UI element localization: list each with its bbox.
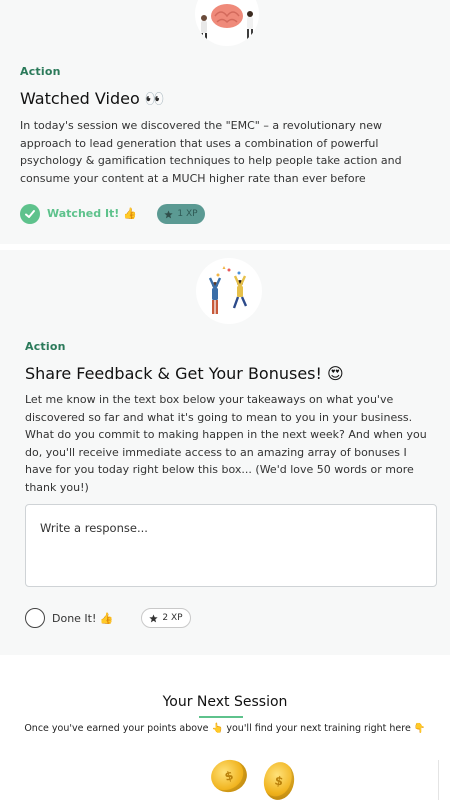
xp-value: 1 XP (177, 209, 198, 219)
celebrating-people-illustration-icon (196, 258, 262, 324)
response-placeholder: Write a response... (40, 521, 148, 535)
done-checkbox[interactable] (25, 608, 45, 628)
action-label: Action (20, 65, 61, 78)
xp-badge: 1 XP (157, 204, 205, 224)
gold-coin-icon: $ (260, 759, 298, 800)
title-underline (199, 716, 243, 718)
divider (438, 760, 439, 800)
action-title: Share Feedback & Get Your Bonuses! 😍 (25, 364, 344, 383)
watched-label[interactable]: Watched It! 👍 (47, 207, 137, 220)
action-title: Watched Video 👀 (20, 89, 165, 108)
star-icon (149, 613, 159, 622)
checkmark-icon (25, 210, 35, 218)
star-icon (164, 209, 174, 218)
action-description: Let me know in the text box below your t… (25, 393, 427, 494)
xp-badge: 2 XP (141, 608, 191, 628)
done-label[interactable]: Done It! 👍 (52, 612, 114, 625)
xp-value: 2 XP (162, 613, 183, 623)
response-textarea[interactable]: Write a response... (25, 504, 437, 587)
next-session-title: Your Next Session (162, 694, 288, 710)
watched-checkbox[interactable] (20, 204, 40, 224)
action-description: In today's session we discovered the "EM… (20, 119, 402, 185)
action-label: Action (25, 340, 66, 353)
next-session-subtitle: Once you've earned your points above 👆 y… (24, 723, 426, 734)
